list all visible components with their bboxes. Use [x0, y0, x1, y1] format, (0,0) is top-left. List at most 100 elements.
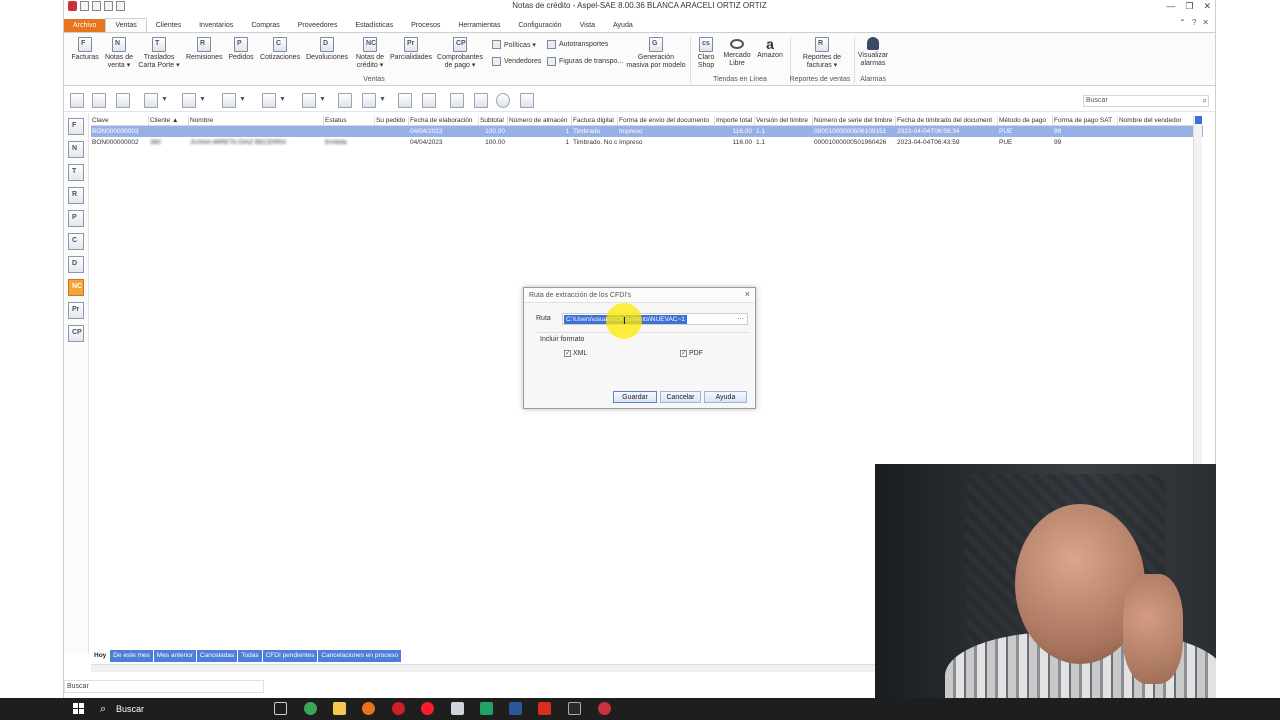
column-header[interactable]: Fecha de elaboración [409, 116, 479, 125]
parcialidades-button[interactable]: Parcialidades [390, 37, 432, 62]
tab-vista[interactable]: Vista [571, 19, 604, 32]
filter-icon[interactable] [144, 93, 168, 108]
sidebar-item-pedidos[interactable]: P [68, 210, 84, 227]
layout-icon[interactable] [302, 93, 326, 108]
stack-icon[interactable] [222, 93, 246, 108]
new-document-icon[interactable] [70, 93, 84, 108]
column-header[interactable]: Cliente ▲ [149, 116, 189, 125]
tab-procesos[interactable]: Procesos [402, 19, 449, 32]
view-document-icon[interactable] [116, 93, 130, 108]
tab-compras[interactable]: Compras [242, 19, 288, 32]
xml-checkbox[interactable]: ✓ XML [564, 350, 587, 357]
column-header[interactable]: Número de serie del timbre [813, 116, 896, 125]
windows-start-icon[interactable] [73, 703, 84, 714]
task-view-icon[interactable] [274, 702, 287, 715]
ruta-input[interactable]: C:\Users\usuario\Documents\NUEVAC~1 ... [562, 312, 748, 325]
maximize-button[interactable]: ❐ [1185, 1, 1193, 12]
filter-cancelaciones[interactable]: Cancelaciones en proceso [318, 650, 401, 662]
table-row[interactable]: BON000000002 380 JUANA MIRETA DIAZ BECER… [91, 137, 1203, 148]
filter-hoy[interactable]: Hoy [91, 650, 110, 662]
sidebar-item-cotizaciones[interactable]: C [68, 233, 84, 250]
column-header[interactable]: Fecha de timbrado del document [896, 116, 998, 125]
tab-ventas[interactable]: Ventas [105, 18, 147, 32]
status-search-input[interactable]: Buscar [64, 680, 264, 693]
terminal-icon[interactable] [568, 702, 581, 715]
tab-configuracion[interactable]: Configuración [509, 19, 570, 32]
printer-app-icon[interactable] [451, 702, 464, 715]
record-icon[interactable] [392, 702, 405, 715]
firefox-icon[interactable] [362, 702, 375, 715]
sidebar-item-devoluciones[interactable]: D [68, 256, 84, 273]
column-header[interactable]: Estatus [324, 116, 375, 125]
vendedores-button[interactable]: Vendedores [492, 57, 541, 66]
mercado-libre-button[interactable]: Mercado Libre [722, 37, 752, 68]
chrome-icon[interactable] [304, 702, 317, 715]
sidebar-item-parcialidades[interactable]: Pr [68, 302, 84, 319]
column-header[interactable]: Número de almacén [508, 116, 572, 125]
tab-proveedores[interactable]: Proveedores [289, 19, 347, 32]
taskbar-search[interactable]: ⌕ Buscar [96, 701, 264, 717]
filter-todas[interactable]: Todas [238, 650, 262, 662]
cancelar-button[interactable]: Cancelar [660, 391, 701, 403]
generacion-masiva-button[interactable]: Generación masiva por modelo [626, 37, 686, 70]
remisiones-button[interactable]: Remisiones [186, 37, 223, 62]
claro-shop-button[interactable]: Claro Shop [694, 37, 718, 70]
copy-document-icon[interactable] [182, 93, 206, 108]
column-header[interactable]: Clave [91, 116, 149, 125]
tab-ayuda[interactable]: Ayuda [604, 19, 642, 32]
traslados-button[interactable]: Traslados Carta Porte ▾ [138, 37, 180, 70]
columns-icon[interactable] [338, 93, 352, 108]
close-button[interactable]: ✕ [1203, 1, 1211, 12]
column-header[interactable]: Factura digital [572, 116, 618, 125]
acrobat-icon[interactable] [538, 702, 551, 715]
sidebar-item-notas-credito[interactable]: NC [68, 279, 84, 296]
aspel-sae-icon[interactable] [598, 702, 611, 715]
pdf-checkbox[interactable]: ✓ PDF [680, 350, 703, 357]
export-document-icon[interactable] [450, 93, 464, 108]
edit-document-icon[interactable] [92, 93, 106, 108]
dialog-close-icon[interactable]: × [745, 289, 750, 299]
copy-icon[interactable] [398, 93, 412, 108]
print-preview-icon[interactable] [262, 93, 286, 108]
devoluciones-button[interactable]: Devoluciones [306, 37, 348, 62]
tab-archivo[interactable]: Archivo [64, 19, 106, 32]
collapse-ribbon-icon[interactable]: ⌃ [1179, 18, 1186, 27]
minimize-button[interactable]: — [1166, 1, 1175, 12]
exit-icon[interactable] [520, 93, 534, 108]
notas-credito-button[interactable]: Notas de crédito ▾ [352, 37, 388, 70]
small-close-icon[interactable]: ✕ [1202, 18, 1209, 27]
comprobantes-pago-button[interactable]: Comprobantes de pago ▾ [436, 37, 484, 70]
autotransportes-button[interactable]: Autotransportes [547, 40, 608, 49]
visualizar-alarmas-button[interactable]: Visualizar alarmas [856, 37, 890, 68]
sidebar-item-comprobantes-pago[interactable]: CP [68, 325, 84, 342]
politicas-button[interactable]: Políticas ▾ [492, 40, 536, 49]
opera-icon[interactable] [421, 702, 434, 715]
column-header[interactable]: Su pedido [375, 116, 409, 125]
facturas-button[interactable]: Facturas [70, 37, 100, 62]
table-row[interactable]: BON000000003 04/04/2023 100.00 1 Timbrad… [91, 126, 1203, 137]
ayuda-button[interactable]: Ayuda [704, 391, 747, 403]
browse-button[interactable]: ... [737, 312, 744, 321]
figuras-button[interactable]: Figuras de transpo... [547, 57, 623, 66]
search-input[interactable]: Buscar ⌕ [1083, 95, 1209, 107]
filter-de-este-mes[interactable]: De este mes [110, 650, 153, 662]
column-header[interactable]: Método de pago [998, 116, 1053, 125]
help-circle-icon[interactable]: ? [1192, 18, 1196, 27]
camtasia-icon[interactable] [480, 702, 493, 715]
filter-mes-anterior[interactable]: Mes anterior [153, 650, 196, 662]
column-header[interactable]: Nombre del vendedor [1118, 116, 1198, 125]
sidebar-item-remisiones[interactable]: R [68, 187, 84, 204]
grid-icon[interactable] [362, 93, 386, 108]
sidebar-item-notas-venta[interactable]: N [68, 141, 84, 158]
column-header[interactable]: Forma de pago SAT [1053, 116, 1118, 125]
column-header[interactable]: Forma de envío del documento [618, 116, 715, 125]
amazon-button[interactable]: a Amazon [756, 37, 784, 60]
notas-venta-button[interactable]: Notas de venta ▾ [102, 37, 136, 70]
guardar-button[interactable]: Guardar [613, 391, 657, 403]
help-icon[interactable] [496, 93, 510, 108]
sidebar-item-traslados[interactable]: T [68, 164, 84, 181]
cotizaciones-button[interactable]: Cotizaciones [260, 37, 300, 62]
paste-icon[interactable] [422, 93, 436, 108]
column-header[interactable]: Importe total [715, 116, 755, 125]
column-header[interactable]: Subtotal [479, 116, 508, 125]
